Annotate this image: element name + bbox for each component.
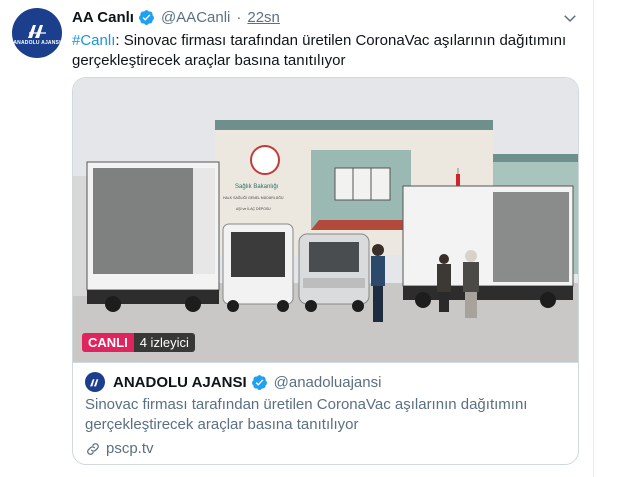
live-label: CANLI — [82, 333, 134, 352]
card-avatar — [85, 372, 105, 392]
caret-down-icon[interactable] — [561, 9, 579, 27]
hashtag-link[interactable]: #Canlı — [72, 32, 115, 49]
card-link[interactable]: pscp.tv — [85, 440, 568, 457]
aa-logo-icon — [28, 24, 46, 38]
card-body[interactable]: ANADOLU AJANSI @anadoluajansi Sinovac fi… — [73, 362, 578, 464]
avatar-logo-text: ANADOLU AJANSI — [13, 39, 61, 46]
card-description: Sinovac firması tarafından üretilen Coro… — [85, 396, 528, 433]
live-video-thumbnail[interactable]: Sağlık Bakanlığı HALK SAĞLIĞI GENEL MÜDÜ… — [73, 78, 578, 362]
viewer-count: 4 izleyici — [133, 333, 195, 352]
tweet-body: : Sinovac firması tarafından üretilen Co… — [72, 32, 567, 69]
tweet-text: #Canlı: Sinovac firması tarafından üreti… — [72, 31, 582, 71]
card-link-text[interactable]: pscp.tv — [106, 440, 154, 457]
author-avatar[interactable]: ANADOLU AJANSI — [12, 8, 62, 58]
video-scene-image: Sağlık Bakanlığı HALK SAĞLIĞI GENEL MÜDÜ… — [73, 78, 578, 362]
link-icon — [87, 442, 99, 455]
card-header: ANADOLU AJANSI @anadoluajansi — [85, 372, 568, 392]
periscope-card[interactable]: Sağlık Bakanlığı HALK SAĞLIĞI GENEL MÜDÜ… — [72, 77, 579, 465]
live-indicator: CANLI 4 izleyici — [82, 333, 195, 352]
sign-ministry: Sağlık Bakanlığı — [235, 184, 279, 190]
card-author-handle: @anadoluajansi — [273, 373, 382, 391]
card-author-name: ANADOLU AJANSI — [113, 373, 247, 391]
tweet-timestamp[interactable]: 22sn — [247, 9, 280, 26]
author-name[interactable]: AA Canlı — [72, 9, 134, 26]
timeline-divider — [593, 0, 594, 477]
aa-small-logo-icon — [90, 379, 99, 387]
sign-directorate: HALK SAĞLIĞI GENEL MÜDÜRLÜĞÜ — [223, 195, 284, 200]
verified-badge-icon — [139, 10, 154, 25]
tweet-header: AA Canlı @AACanli · 22sn — [72, 9, 280, 26]
verified-badge-icon — [251, 374, 267, 390]
author-handle[interactable]: @AACanli — [161, 9, 230, 26]
header-separator: · — [236, 9, 242, 26]
sign-depot: AŞI ve İLAÇ DEPOSU — [236, 206, 271, 211]
